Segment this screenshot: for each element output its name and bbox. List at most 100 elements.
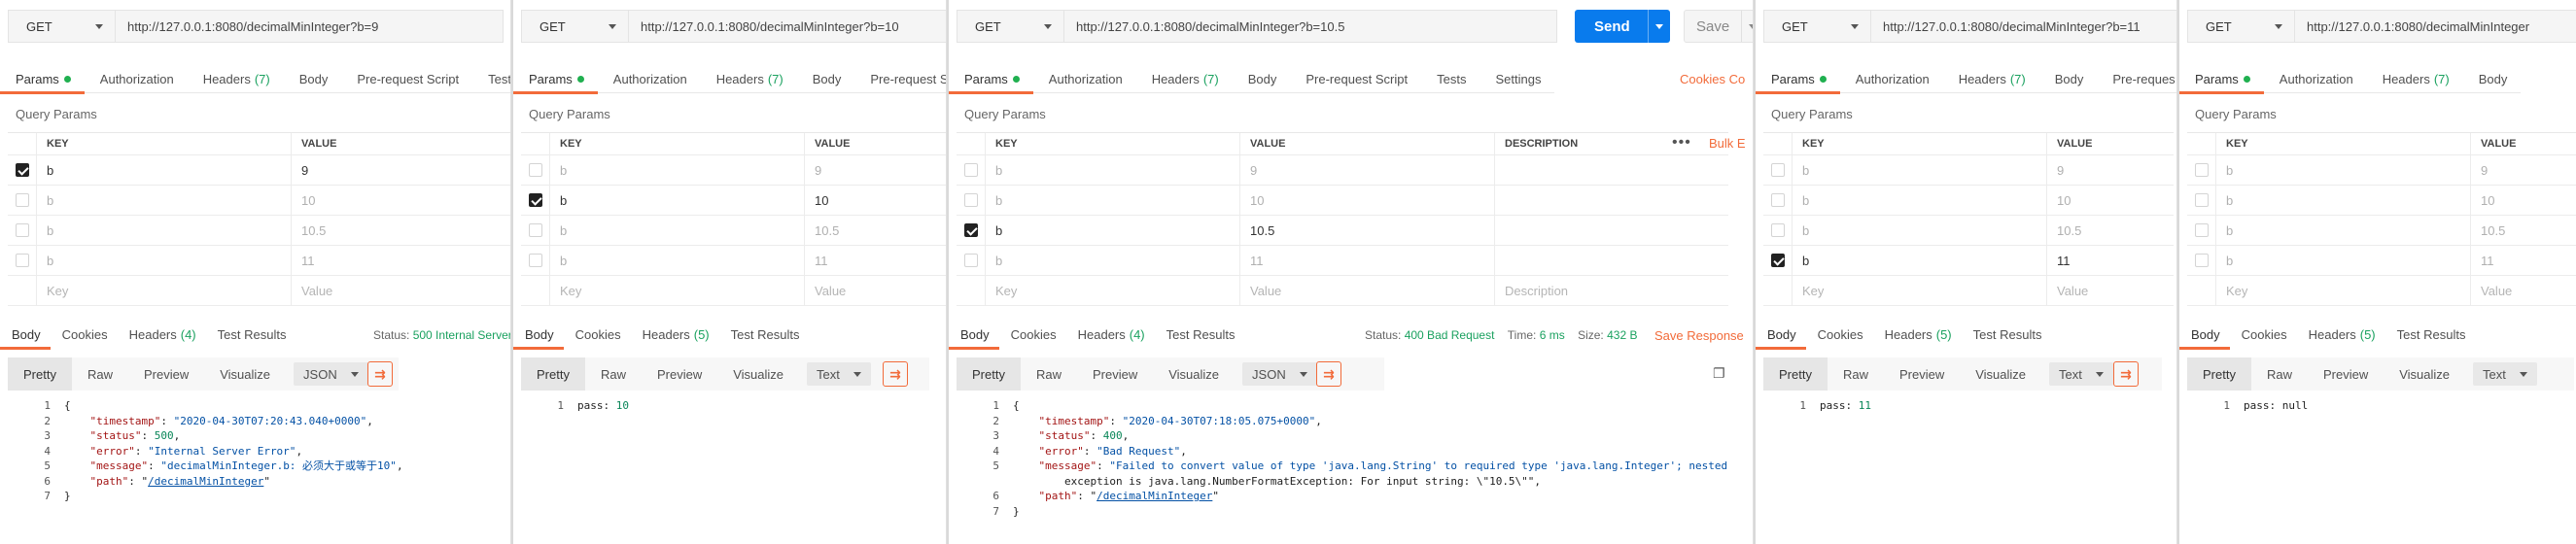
format-select[interactable]: Text [807,362,871,386]
checkbox[interactable] [16,223,29,237]
param-key[interactable]: b [986,186,1240,215]
param-description[interactable] [1495,216,1728,245]
visualize-button[interactable]: Visualize [2384,357,2465,391]
copy-icon[interactable]: ❐ [1713,365,1725,382]
resp-tab-body[interactable]: Body [0,321,51,350]
table-row[interactable]: b 10 [8,186,510,216]
param-key[interactable]: b [1793,216,2047,245]
raw-button[interactable]: Raw [2251,357,2308,391]
table-row[interactable]: b 11 [8,246,510,276]
tab-body[interactable]: Body [284,64,342,93]
format-select[interactable]: JSON [294,362,368,386]
checkbox[interactable] [1771,193,1785,207]
checkbox[interactable] [2195,163,2209,177]
param-key[interactable]: b [550,216,805,245]
param-value[interactable]: 10.5 [2047,216,2174,245]
resp-tab-test-results[interactable]: Test Results [1962,321,2052,348]
description-input[interactable]: Description [1495,276,1728,305]
cookies-link[interactable]: Cookies Co [1680,72,1745,86]
tab-params[interactable]: Params [949,64,1033,94]
resp-tab-headers[interactable]: Headers (4) [1066,321,1155,348]
table-row[interactable]: b 10.5 [521,216,946,246]
resp-tab-headers[interactable]: Headers (5) [2297,321,2385,348]
table-row[interactable]: b 9 [521,155,946,186]
param-value[interactable]: 10 [292,186,510,215]
raw-button[interactable]: Raw [72,357,128,391]
key-input[interactable]: Key [550,276,805,305]
checkbox[interactable] [1771,223,1785,237]
preview-button[interactable]: Preview [1884,357,1960,391]
key-input[interactable]: Key [1793,276,2047,305]
tab-tests[interactable]: Test [472,64,510,93]
method-select[interactable]: GET [8,10,115,43]
raw-button[interactable]: Raw [1828,357,1884,391]
key-input[interactable]: Key [37,276,292,305]
table-row[interactable]: b 10 [957,186,1728,216]
checkbox[interactable] [2195,223,2209,237]
pretty-button[interactable]: Pretty [8,357,72,391]
checkbox[interactable] [16,254,29,267]
param-key[interactable]: b [37,155,292,185]
checkbox[interactable] [2195,254,2209,267]
table-row[interactable]: b 10.5 [2187,216,2576,246]
resp-tab-body[interactable]: Body [513,321,564,350]
tab-headers[interactable]: Headers (7) [2367,64,2463,93]
checkbox[interactable] [964,193,978,207]
resp-tab-test-results[interactable]: Test Results [1155,321,1245,348]
table-row[interactable]: b 10 [521,186,946,216]
tab-params[interactable]: Params [513,64,598,94]
checkbox[interactable] [529,163,542,177]
tab-authorization[interactable]: Authorization [2264,64,2367,93]
resp-tab-test-results[interactable]: Test Results [719,321,810,348]
resp-tab-cookies[interactable]: Cookies [999,321,1066,348]
wrap-lines-icon[interactable]: ⇉ [883,361,908,387]
visualize-button[interactable]: Visualize [204,357,286,391]
resp-tab-body[interactable]: Body [2179,321,2230,350]
param-value[interactable]: 11 [1240,246,1495,275]
table-row[interactable]: b 11 [1763,246,2174,276]
param-key[interactable]: b [1793,186,2047,215]
tab-headers[interactable]: Headers (7) [1943,64,2039,93]
tab-params[interactable]: Params [1756,64,1840,94]
table-row-new[interactable]: Key Value [1763,276,2174,306]
url-input[interactable]: http://127.0.0.1:8080/decimalMinInteger?… [628,10,946,43]
param-value[interactable]: 10 [1240,186,1495,215]
value-input[interactable]: Value [805,276,946,305]
format-select[interactable]: JSON [1242,362,1317,386]
table-row[interactable]: b 11 [2187,246,2576,276]
value-input[interactable]: Value [1240,276,1495,305]
param-value[interactable]: 9 [2047,155,2174,185]
tab-body[interactable]: Body [797,64,855,93]
checkbox[interactable] [964,163,978,177]
checkbox[interactable] [16,193,29,207]
resp-tab-body[interactable]: Body [1756,321,1806,350]
table-row-new[interactable]: Key Value Description [957,276,1728,306]
pretty-button[interactable]: Pretty [521,357,585,391]
pretty-button[interactable]: Pretty [2187,357,2251,391]
resp-tab-cookies[interactable]: Cookies [564,321,631,348]
preview-button[interactable]: Preview [1077,357,1153,391]
tab-prerequest[interactable]: Pre-reques [2097,64,2176,93]
param-key[interactable]: b [550,186,805,215]
checkbox[interactable] [2195,193,2209,207]
visualize-button[interactable]: Visualize [1153,357,1235,391]
tab-authorization[interactable]: Authorization [85,64,188,93]
param-value[interactable]: 10 [805,186,946,215]
checkbox[interactable] [529,223,542,237]
bulk-edit-link[interactable]: Bulk E [1709,136,1746,151]
checkbox-checked-icon[interactable] [529,193,542,207]
table-row[interactable]: b 10.5 [8,216,510,246]
param-value[interactable]: 10.5 [805,216,946,245]
method-select[interactable]: GET [957,10,1063,43]
url-input[interactable]: http://127.0.0.1:8080/decimalMinInteger [2294,10,2576,43]
save-button[interactable]: Save [1684,10,1753,43]
tab-prerequest[interactable]: Pre-request Script [341,64,472,93]
param-value[interactable]: 10 [2471,186,2576,215]
param-description[interactable] [1495,186,1728,215]
param-value[interactable]: 11 [2047,246,2174,275]
param-description[interactable] [1495,246,1728,275]
url-input[interactable]: http://127.0.0.1:8080/decimalMinInteger?… [115,10,504,43]
resp-tab-headers[interactable]: Headers (5) [1873,321,1962,348]
pretty-button[interactable]: Pretty [957,357,1021,391]
value-input[interactable]: Value [2471,276,2576,305]
